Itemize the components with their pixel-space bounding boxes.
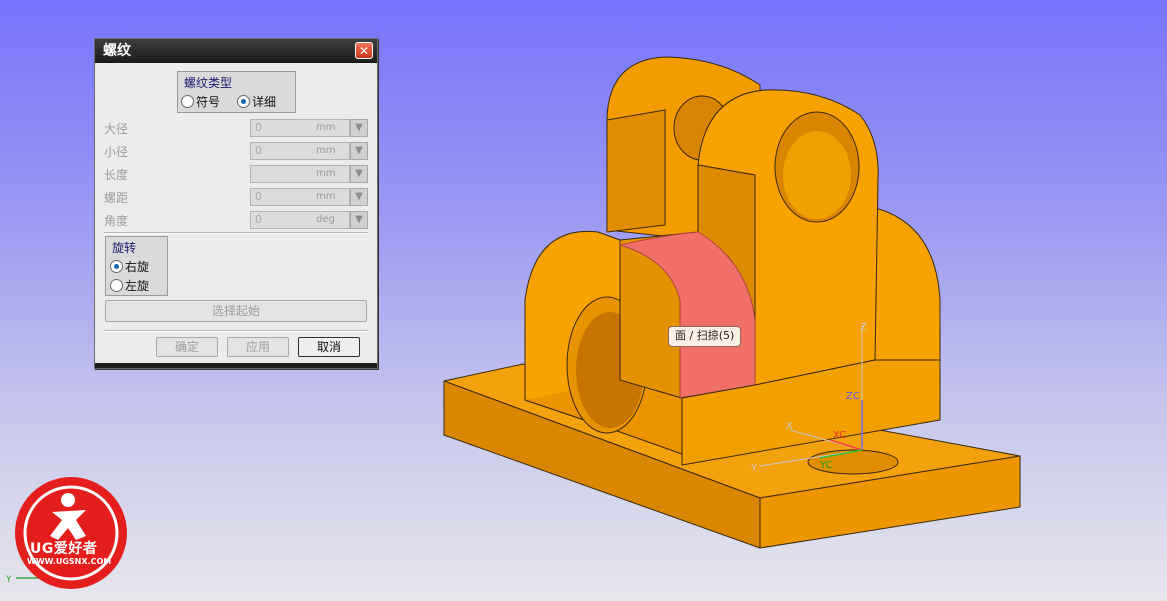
- field-label: 大径: [104, 122, 129, 136]
- radio-right-hand-label: 右旋: [125, 260, 150, 274]
- dialog-title: 螺纹: [103, 43, 131, 59]
- field-label: 长度: [104, 168, 129, 182]
- axis-label-zc: ZC: [846, 391, 860, 402]
- radio-detailed-icon[interactable]: [237, 95, 250, 108]
- close-icon[interactable]: ✕: [355, 42, 373, 59]
- length-input[interactable]: mm: [250, 165, 350, 183]
- field-unit: deg: [316, 214, 335, 225]
- thread-type-group: 螺纹类型 符号 详细: [177, 71, 296, 113]
- cancel-button[interactable]: 取消: [298, 337, 360, 357]
- thread-dialog: 螺纹 ✕ 螺纹类型 符号 详细 大径 0 mm ▼ 小径 0 mm ▼ 长度 m…: [94, 38, 378, 369]
- divider: [104, 232, 368, 234]
- logo-text: UG爱好者: [30, 541, 98, 557]
- field-unit: mm: [316, 168, 336, 179]
- arrow-down-icon[interactable]: ▼: [350, 119, 368, 137]
- pitch-input[interactable]: 0 mm: [250, 188, 350, 206]
- major-diameter-input[interactable]: 0 mm: [250, 119, 350, 137]
- axis-label-z: Z: [860, 322, 867, 333]
- corner-axis-y: Y: [5, 575, 12, 585]
- axis-label-xc: XC: [833, 430, 846, 441]
- radio-symbolic[interactable]: 符号: [181, 93, 220, 110]
- dialog-bottom-bar: [95, 363, 377, 368]
- field-value: 0: [255, 190, 262, 203]
- field-unit: mm: [316, 145, 336, 156]
- field-value: 0: [255, 213, 262, 226]
- radio-left-hand-icon[interactable]: [110, 279, 123, 292]
- divider: [104, 330, 368, 332]
- logo-url: WWW.UGSNX.COM: [27, 557, 112, 566]
- ok-button[interactable]: 确定: [156, 337, 218, 357]
- radio-right-hand-icon[interactable]: [110, 260, 123, 273]
- radio-detailed-label: 详细: [252, 95, 277, 109]
- radio-symbolic-icon[interactable]: [181, 95, 194, 108]
- field-major-diameter: 大径 0 mm ▼: [95, 118, 379, 138]
- arrow-down-icon[interactable]: ▼: [350, 211, 368, 229]
- field-length: 长度 mm ▼: [95, 164, 379, 184]
- dialog-titlebar[interactable]: 螺纹 ✕: [95, 39, 377, 63]
- axis-label-x: X: [786, 421, 793, 432]
- arrow-down-icon[interactable]: ▼: [350, 142, 368, 160]
- select-start-button[interactable]: 选择起始: [105, 300, 367, 322]
- field-label: 螺距: [104, 191, 129, 205]
- radio-right-hand[interactable]: 右旋: [110, 258, 149, 275]
- rear-block-side[interactable]: [606, 109, 666, 233]
- rotation-title: 旋转: [112, 241, 137, 255]
- radio-symbolic-label: 符号: [196, 95, 221, 109]
- rotation-group: 旋转 右旋 左旋: [105, 236, 168, 296]
- field-value: 0: [255, 144, 262, 157]
- radio-detailed[interactable]: 详细: [237, 93, 276, 110]
- field-minor-diameter: 小径 0 mm ▼: [95, 141, 379, 161]
- apply-button[interactable]: 应用: [227, 337, 289, 357]
- part-model[interactable]: [443, 56, 1021, 549]
- angle-input[interactable]: 0 deg: [250, 211, 350, 229]
- radio-left-hand-label: 左旋: [125, 279, 150, 293]
- axis-label-y: Y: [750, 463, 758, 474]
- field-unit: mm: [316, 191, 336, 202]
- field-label: 角度: [104, 214, 129, 228]
- field-pitch: 螺距 0 mm ▼: [95, 187, 379, 207]
- field-angle: 角度 0 deg ▼: [95, 210, 379, 230]
- radio-left-hand[interactable]: 左旋: [110, 277, 149, 294]
- selection-tooltip: 面 / 扫掠(5): [668, 326, 742, 347]
- ug-logo: [15, 477, 127, 589]
- minor-diameter-input[interactable]: 0 mm: [250, 142, 350, 160]
- field-value: 0: [255, 121, 262, 134]
- field-unit: mm: [316, 122, 336, 133]
- axis-label-yc: YC: [819, 460, 833, 471]
- thread-type-title: 螺纹类型: [184, 76, 233, 90]
- field-label: 小径: [104, 145, 129, 159]
- arrow-down-icon[interactable]: ▼: [350, 165, 368, 183]
- arrow-down-icon[interactable]: ▼: [350, 188, 368, 206]
